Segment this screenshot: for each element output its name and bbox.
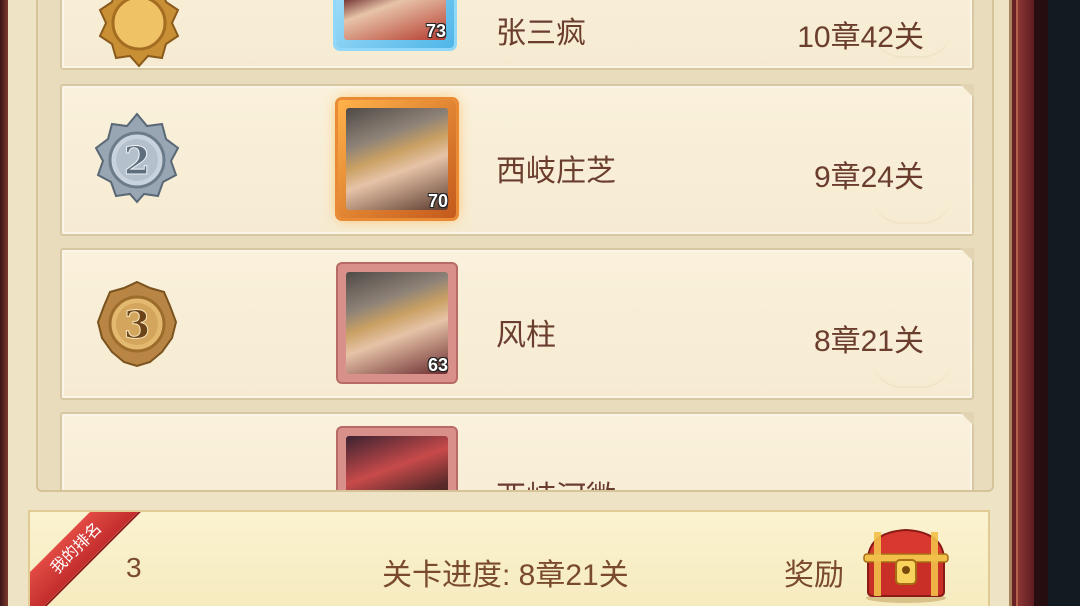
- silver-medal-icon: 2: [94, 112, 180, 204]
- my-rank-number: 3: [126, 552, 142, 583]
- ranking-row-3[interactable]: 3 63 风柱 8章21关: [60, 248, 974, 400]
- player-avatar[interactable]: 70: [338, 100, 456, 218]
- player-avatar[interactable]: 73: [336, 0, 454, 48]
- medal-number: 3: [124, 302, 150, 347]
- player-level: 70: [427, 191, 448, 211]
- ranking-row-4[interactable]: 西岐河微: [60, 412, 974, 490]
- right-frame: [1012, 0, 1080, 606]
- gold-medal-icon: [98, 0, 180, 68]
- treasure-chest-icon[interactable]: [860, 524, 952, 604]
- reward-label: 奖励: [784, 559, 844, 592]
- player-progress: 9章24关: [813, 161, 924, 194]
- player-level: 73: [425, 21, 446, 41]
- ranking-panel: 73 张三疯 10章42关 2 70 西岐庄芝 9章24关 3 63 风柱 8章…: [8, 0, 1012, 606]
- player-name: 西岐庄芝: [496, 155, 616, 188]
- my-stage-progress: 关卡进度: 8章21关: [382, 559, 629, 592]
- player-name: 风柱: [496, 319, 556, 352]
- player-avatar[interactable]: 63: [338, 264, 456, 382]
- my-rank-bar: 我的排名 3 关卡进度: 8章21关 奖励: [28, 510, 990, 606]
- player-name: 西岐河微: [496, 472, 616, 490]
- left-frame: [0, 0, 8, 606]
- player-progress: 8章21关: [813, 325, 924, 358]
- ranking-list[interactable]: 73 张三疯 10章42关 2 70 西岐庄芝 9章24关 3 63 风柱 8章…: [36, 0, 994, 492]
- player-progress: 10章42关: [797, 21, 924, 54]
- player-level: 63: [427, 355, 448, 375]
- player-avatar[interactable]: [338, 428, 456, 490]
- ranking-row-1[interactable]: 73 张三疯 10章42关: [60, 0, 974, 70]
- bronze-medal-icon: 3: [96, 280, 178, 368]
- medal-number: 2: [124, 138, 150, 183]
- ranking-row-2[interactable]: 2 70 西岐庄芝 9章24关: [60, 84, 974, 236]
- player-name: 张三疯: [496, 17, 586, 50]
